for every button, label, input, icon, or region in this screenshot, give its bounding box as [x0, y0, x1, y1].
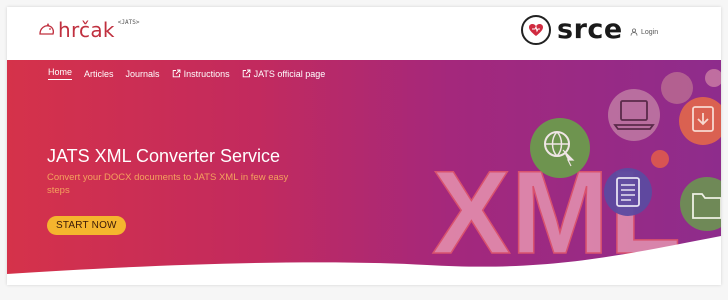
hero-title: JATS XML Converter Service — [47, 146, 281, 166]
srce-heart-icon — [521, 15, 551, 45]
srce-text: srce — [557, 14, 623, 45]
nav-articles[interactable]: Articles — [84, 69, 114, 79]
login-label: Login — [641, 28, 659, 36]
start-now-button[interactable]: START NOW — [47, 216, 126, 235]
main-nav: Home Articles Journals Instructions JATS… — [48, 67, 337, 80]
page-frame: hrčak <JATS> srce Login XML Home Article… — [7, 7, 721, 285]
nav-journals[interactable]: Journals — [126, 69, 160, 79]
top-header: hrčak <JATS> srce Login — [7, 7, 721, 60]
logo-wordmark: hrčak — [38, 18, 115, 42]
external-link-icon — [242, 69, 251, 78]
logo-text: hrčak — [58, 18, 115, 42]
hero-banner: XML Home Articles Journals Instructions … — [7, 60, 721, 285]
nav-instructions[interactable]: Instructions — [172, 69, 230, 79]
hrcak-logo[interactable]: hrčak <JATS> — [38, 18, 139, 42]
user-icon — [630, 28, 638, 36]
login-link[interactable]: Login — [630, 28, 658, 36]
nav-jats-official[interactable]: JATS official page — [242, 68, 326, 79]
external-link-icon — [172, 69, 181, 78]
nav-jats-official-label: JATS official page — [253, 68, 326, 79]
nav-instructions-label: Instructions — [183, 68, 230, 79]
nav-home[interactable]: Home — [48, 67, 73, 80]
hamster-icon — [39, 23, 55, 35]
hero-subtitle: Convert your DOCX documents to JATS XML … — [47, 172, 289, 196]
logo-jats-tag: <JATS> — [117, 19, 140, 26]
srce-logo[interactable]: srce — [521, 15, 623, 45]
